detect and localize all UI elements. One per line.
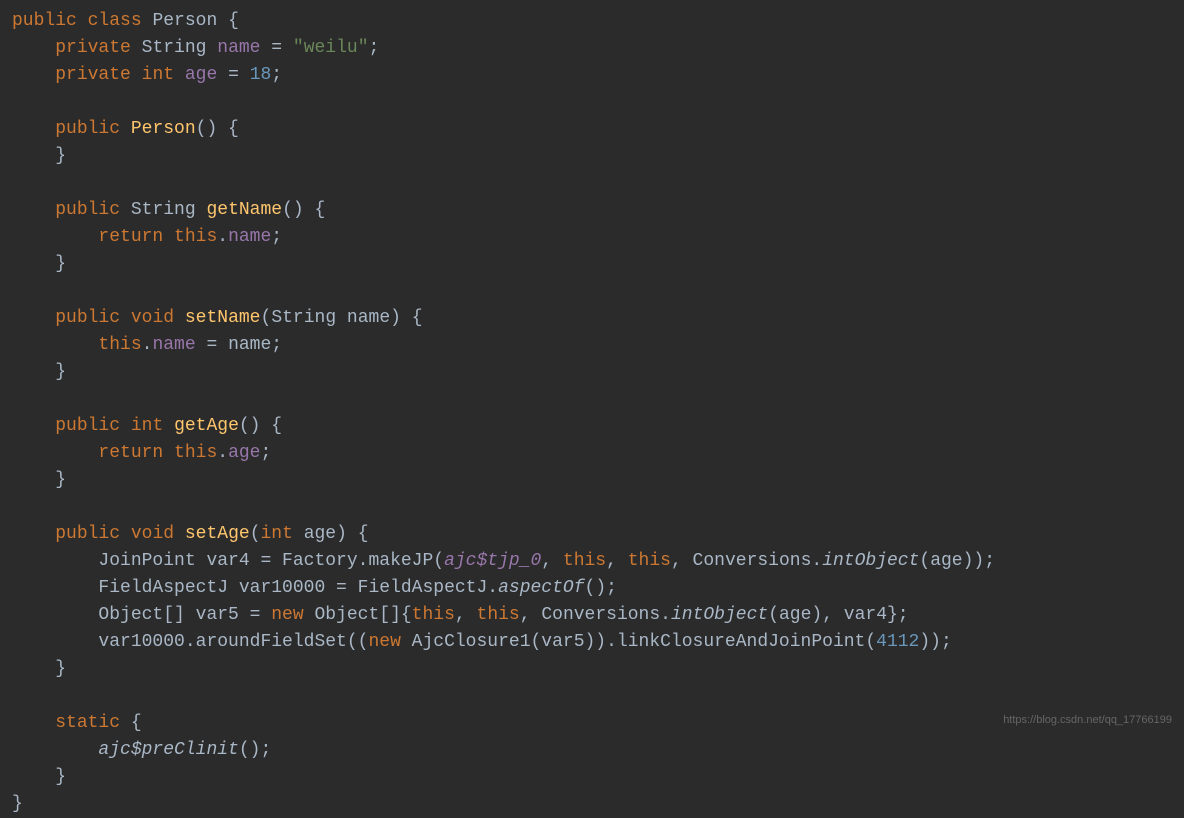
italic-method: intObject [671,605,768,625]
keyword-private: private [55,38,131,58]
text: , [541,551,563,571]
class-name: Person [152,11,217,31]
rparen: ) { [390,308,422,328]
keyword-new: new [271,605,303,625]
dot: . [142,335,153,355]
keyword-void: void [131,308,174,328]
keyword-this: this [412,605,455,625]
parens: (); [239,740,271,760]
keyword-int: int [131,416,163,436]
dot: . [217,227,228,247]
parens: () { [196,119,239,139]
code-editor[interactable]: public class Person { private String nam… [12,8,1172,818]
text: , Conversions. [520,605,671,625]
brace: } [55,767,66,787]
text: , Conversions. [671,551,822,571]
param: age [293,524,336,544]
constructor-name: Person [131,119,196,139]
lparen: ( [261,308,272,328]
text: (age), var4}; [768,605,908,625]
watermark: https://blog.csdn.net/qq_17766199 [1003,712,1172,729]
keyword-this: this [98,335,141,355]
dot: . [217,443,228,463]
type-string: String [131,200,196,220]
keyword-int: int [261,524,293,544]
keyword-public: public [12,11,77,31]
brace: } [55,146,66,166]
text: = [261,38,293,58]
text: , [455,605,477,625]
brace: } [55,362,66,382]
semi: ; [271,65,282,85]
field-name: name [228,227,271,247]
text: (); [585,578,617,598]
keyword-this: this [174,443,217,463]
static-field: ajc$tjp_0 [444,551,541,571]
keyword-int: int [142,65,174,85]
field-name: name [152,335,195,355]
semi: ; [271,227,282,247]
brace: { [120,713,142,733]
text: (age)); [919,551,995,571]
keyword-public: public [55,200,120,220]
rparen: ) { [336,524,368,544]
keyword-this: this [628,551,671,571]
parens: () { [282,200,325,220]
keyword-public: public [55,524,120,544]
field-age: age [228,443,260,463]
field-name: name [217,38,260,58]
brace: } [55,470,66,490]
keyword-new: new [368,632,400,652]
text: , [606,551,628,571]
text: )); [919,632,951,652]
field-age: age [185,65,217,85]
method-getage: getAge [174,416,239,436]
number-literal: 4112 [876,632,919,652]
keyword-return: return [98,227,163,247]
keyword-private: private [55,65,131,85]
text: var10000.aroundFieldSet(( [98,632,368,652]
semi: ; [271,335,282,355]
text: AjcClosure1(var5)).linkClosureAndJoinPoi… [401,632,876,652]
brace: } [55,254,66,274]
keyword-this: this [477,605,520,625]
brace: } [55,659,66,679]
semi: ; [369,38,380,58]
text: JoinPoint var4 = Factory.makeJP( [98,551,444,571]
keyword-return: return [98,443,163,463]
lparen: ( [250,524,261,544]
text: = name [196,335,272,355]
method-setage: setAge [185,524,250,544]
keyword-public: public [55,119,120,139]
brace: } [12,794,23,814]
method-preclinit: ajc$preClinit [98,740,238,760]
method-getname: getName [206,200,282,220]
keyword-void: void [131,524,174,544]
text: FieldAspectJ var10000 = FieldAspectJ. [98,578,498,598]
parens: () { [239,416,282,436]
number-literal: 18 [250,65,272,85]
keyword-public: public [55,308,120,328]
keyword-this: this [563,551,606,571]
string-literal: "weilu" [293,38,369,58]
italic-method: intObject [822,551,919,571]
text: Object[] var5 = [98,605,271,625]
type-string: String [271,308,336,328]
method-setname: setName [185,308,261,328]
keyword-static: static [55,713,120,733]
italic-method: aspectOf [498,578,584,598]
brace: { [217,11,239,31]
keyword-class: class [88,11,142,31]
param: name [336,308,390,328]
keyword-this: this [174,227,217,247]
text: = [217,65,249,85]
text: Object[]{ [304,605,412,625]
type-string: String [142,38,207,58]
keyword-public: public [55,416,120,436]
semi: ; [260,443,271,463]
